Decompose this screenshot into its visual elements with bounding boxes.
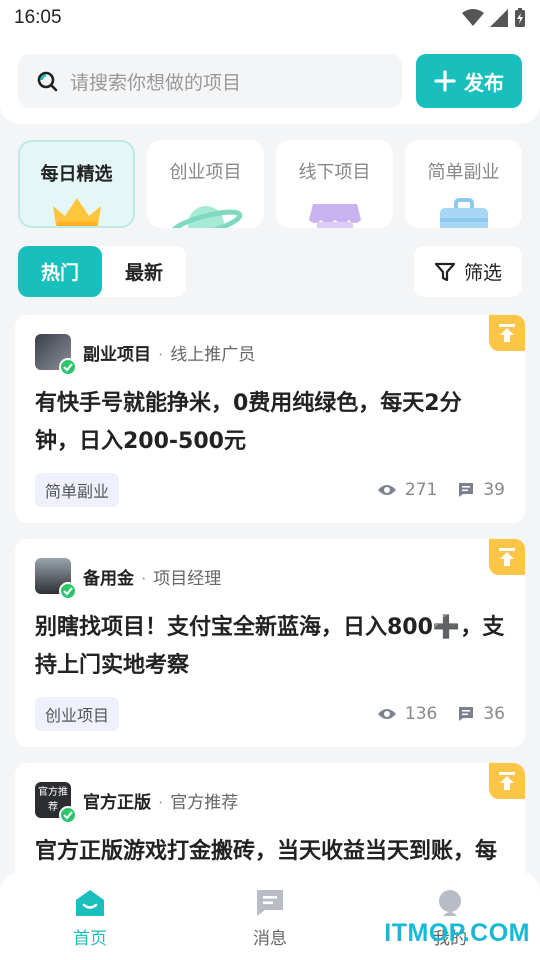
post-author: 副业项目 (83, 344, 151, 365)
views-stat: 271 (377, 480, 437, 500)
status-bar: 16:05 (0, 0, 540, 36)
nav-home[interactable]: 首页 (30, 888, 150, 949)
eye-icon (377, 485, 396, 495)
publish-label: 发布 (464, 70, 504, 95)
post-footer: 简单副业 271 39 (35, 473, 505, 507)
separator-dot: · (141, 568, 147, 588)
comments-stat: 36 (457, 704, 505, 724)
briefcase-icon (439, 198, 488, 228)
avatar[interactable] (35, 558, 77, 600)
verified-badge-icon (59, 358, 77, 376)
post-footer: 创业项目 136 36 (35, 697, 505, 731)
post-list: 副业项目 · 线上推广员 有快手号就能挣米，0费用纯绿色，每天2分钟，日入200… (0, 297, 540, 923)
category-label: 线下项目 (298, 162, 371, 183)
search-row: 请搜索你想做的项目 发布 (18, 54, 522, 108)
verified-badge-icon (59, 806, 77, 824)
comments-count: 39 (483, 480, 505, 500)
plus-icon (434, 70, 456, 92)
avatar[interactable] (35, 334, 77, 376)
status-time: 16:05 (14, 7, 62, 28)
category-label: 简单副业 (427, 162, 500, 183)
signal-icon (490, 9, 508, 27)
tab-hot[interactable]: 热门 (18, 246, 102, 297)
planet-icon (169, 206, 242, 228)
views-count: 271 (404, 480, 438, 500)
post-stats: 271 39 (377, 480, 505, 500)
post-header: 备用金 · 项目经理 (35, 557, 505, 600)
post-stats: 136 36 (377, 704, 505, 724)
avatar[interactable]: 官方推荐 (35, 782, 77, 824)
message-icon (257, 889, 283, 916)
watermark: ITMOP.COM (384, 919, 530, 947)
home-icon (76, 889, 104, 916)
bottom-nav: 首页 消息 我的 ITMOP.COM (0, 872, 540, 960)
post-author-role: 线上推广员 (170, 344, 256, 365)
shop-awning-icon (308, 204, 361, 228)
separator-dot: · (158, 792, 164, 812)
pin-top-icon (489, 315, 525, 351)
comment-icon (459, 707, 474, 721)
search-icon (37, 71, 58, 92)
filter-button[interactable]: 筛选 (414, 246, 522, 297)
post-header: 官方推荐 官方正版 · 官方推荐 (35, 781, 505, 824)
post-card[interactable]: 备用金 · 项目经理 别瞎找项目！支付宝全新蓝海，日入800➕，支持上门实地考察… (15, 539, 525, 747)
separator-dot: · (158, 344, 164, 364)
post-title: 别瞎找项目！支付宝全新蓝海，日入800➕，支持上门实地考察 (35, 615, 505, 678)
post-title: 有快手号就能挣米，0费用纯绿色，每天2分钟，日入200-500元 (35, 391, 462, 454)
category-label: 创业项目 (169, 162, 242, 183)
crown-icon (52, 198, 101, 226)
tab-latest[interactable]: 最新 (102, 246, 186, 297)
nav-label: 消息 (253, 928, 287, 949)
views-count: 136 (404, 704, 438, 724)
filter-icon (434, 262, 456, 281)
pin-top-icon (489, 539, 525, 575)
search-input[interactable]: 请搜索你想做的项目 (18, 54, 402, 108)
post-tag[interactable]: 简单副业 (35, 473, 120, 507)
status-icons (462, 8, 526, 28)
tab-row: 热门 最新 筛选 (0, 228, 540, 297)
publish-button[interactable]: 发布 (416, 54, 522, 108)
category-daily-picks[interactable]: 每日精选 (18, 140, 135, 228)
profile-icon (439, 889, 461, 916)
category-offline[interactable]: 线下项目 (276, 140, 393, 228)
post-author-role: 官方推荐 (170, 792, 239, 813)
wifi-icon (462, 9, 484, 26)
category-row: 每日精选 创业项目 线下项目 简单副业 (0, 124, 540, 228)
nav-messages[interactable]: 消息 (210, 888, 330, 949)
search-placeholder: 请搜索你想做的项目 (70, 71, 242, 94)
post-tag[interactable]: 创业项目 (35, 697, 120, 731)
header: 请搜索你想做的项目 发布 (0, 36, 540, 124)
nav-label: 首页 (73, 928, 107, 949)
category-label: 每日精选 (40, 164, 113, 185)
comments-count: 36 (483, 704, 505, 724)
views-stat: 136 (377, 704, 437, 724)
post-card[interactable]: 副业项目 · 线上推广员 有快手号就能挣米，0费用纯绿色，每天2分钟，日入200… (15, 315, 525, 523)
filter-label: 筛选 (463, 262, 502, 284)
eye-icon (377, 709, 396, 719)
verified-badge-icon (59, 582, 77, 600)
post-author: 备用金 (83, 568, 134, 589)
category-side-job[interactable]: 简单副业 (405, 140, 522, 228)
battery-icon (515, 8, 525, 27)
comment-icon (459, 483, 474, 497)
feed-tabs: 热门 最新 (18, 246, 186, 297)
post-author-role: 项目经理 (153, 568, 222, 589)
post-header: 副业项目 · 线上推广员 (35, 333, 505, 376)
pin-top-icon (489, 763, 525, 799)
comments-stat: 39 (457, 480, 505, 500)
post-author: 官方正版 (83, 792, 151, 813)
category-startup[interactable]: 创业项目 (147, 140, 264, 228)
